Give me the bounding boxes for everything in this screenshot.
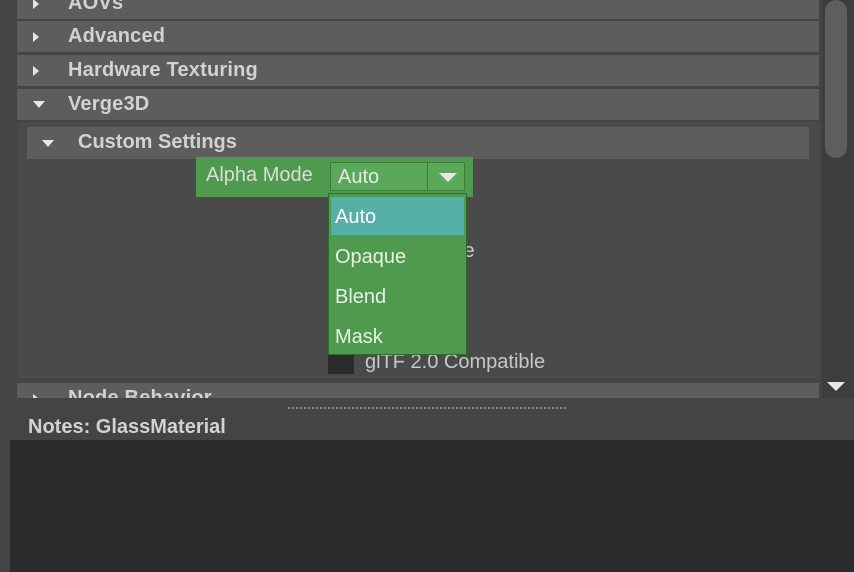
section-aovs[interactable]: AOVs <box>17 0 819 19</box>
dropdown-option-label: Blend <box>335 286 387 308</box>
gltf-compatible-checkbox[interactable] <box>328 354 354 374</box>
select-divider <box>427 163 428 190</box>
alpha-mode-select[interactable]: Auto <box>330 162 465 191</box>
pane-splitter-handle[interactable] <box>288 407 566 409</box>
vertical-scrollbar[interactable] <box>822 0 854 398</box>
expand-arrow-icon <box>33 0 39 19</box>
collapse-arrow-icon <box>33 89 45 120</box>
section-aovs-label: AOVs <box>68 0 124 14</box>
dropdown-option-blend[interactable]: Blend <box>331 277 464 315</box>
section-advanced[interactable]: Advanced <box>17 21 819 52</box>
expand-arrow-icon <box>33 21 39 52</box>
section-advanced-label: Advanced <box>68 25 166 47</box>
dropdown-option-mask[interactable]: Mask <box>331 317 464 355</box>
dropdown-option-label: Auto <box>335 206 377 228</box>
dropdown-option-opaque[interactable]: Opaque <box>331 237 464 275</box>
section-custom-settings-label: Custom Settings <box>78 131 237 153</box>
alpha-mode-label: Alpha Mode <box>206 164 313 186</box>
section-node-behavior-label: Node Behavior <box>68 387 212 398</box>
scrollbar-thumb[interactable] <box>825 0 847 158</box>
notes-textarea[interactable] <box>10 440 854 572</box>
attribute-editor-panel: AOVs Advanced Hardware Texturing Verge3D… <box>0 0 822 398</box>
notes-label: Notes: GlassMaterial <box>28 416 226 438</box>
expand-arrow-icon <box>33 55 39 86</box>
section-node-behavior[interactable]: Node Behavior <box>17 383 819 398</box>
alpha-mode-dropdown: Auto Opaque Blend Mask <box>328 193 467 355</box>
dropdown-option-auto[interactable]: Auto <box>331 197 464 235</box>
section-verge3d-label: Verge3D <box>68 93 150 115</box>
collapse-arrow-icon <box>42 127 54 159</box>
dropdown-option-label: Opaque <box>335 246 407 268</box>
expand-arrow-icon <box>33 383 39 398</box>
section-hardware-texturing[interactable]: Hardware Texturing <box>17 55 819 86</box>
alpha-mode-value: Auto <box>338 166 380 188</box>
chevron-down-icon[interactable] <box>439 173 457 182</box>
section-hardware-texturing-label: Hardware Texturing <box>68 59 258 81</box>
scroll-down-arrow-icon[interactable] <box>827 382 845 391</box>
section-custom-settings[interactable]: Custom Settings <box>27 127 809 159</box>
dropdown-option-label: Mask <box>335 326 383 348</box>
section-verge3d[interactable]: Verge3D <box>17 89 819 120</box>
